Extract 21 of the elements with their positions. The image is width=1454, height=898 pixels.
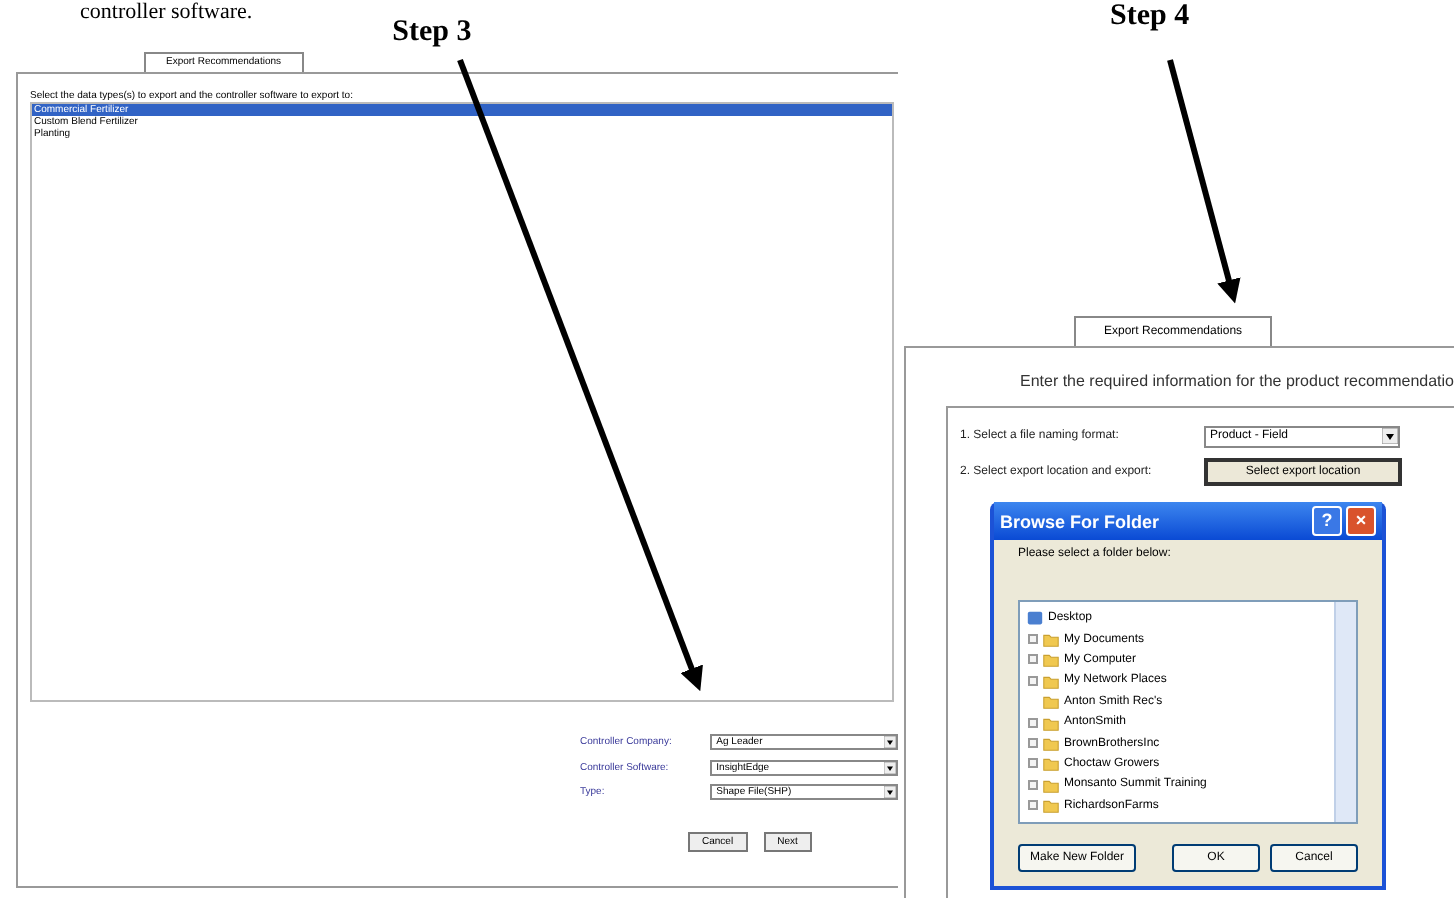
step-caption: Step 3 — [392, 16, 472, 50]
dialog-title: Browse For Folder — [1000, 511, 1162, 531]
expand-icon[interactable] — [1028, 717, 1038, 728]
close-button[interactable]: × — [1346, 506, 1376, 536]
expand-icon[interactable] — [1028, 654, 1038, 665]
panel-heading: Enter the required information for the product recommendatio — [1017, 372, 1454, 394]
step-caption: Step 4 — [1110, 0, 1190, 34]
dropdown-arrow-icon[interactable] — [884, 786, 896, 799]
expand-icon[interactable] — [1028, 675, 1038, 686]
desktop-icon — [1026, 609, 1044, 628]
heading-fragment: controller software. — [80, 0, 253, 24]
expand-icon[interactable] — [1028, 800, 1038, 811]
dropdown-arrow-icon[interactable] — [1382, 428, 1398, 444]
expand-icon[interactable] — [1028, 758, 1038, 769]
scrollbar[interactable] — [1334, 602, 1356, 822]
expand-icon[interactable] — [1028, 634, 1038, 645]
help-button[interactable]: ? — [1312, 506, 1342, 536]
dropdown-arrow-icon[interactable] — [884, 736, 896, 749]
dropdown-arrow-icon[interactable] — [884, 761, 896, 774]
expand-icon[interactable] — [1028, 779, 1038, 790]
expand-icon[interactable] — [1028, 738, 1038, 749]
